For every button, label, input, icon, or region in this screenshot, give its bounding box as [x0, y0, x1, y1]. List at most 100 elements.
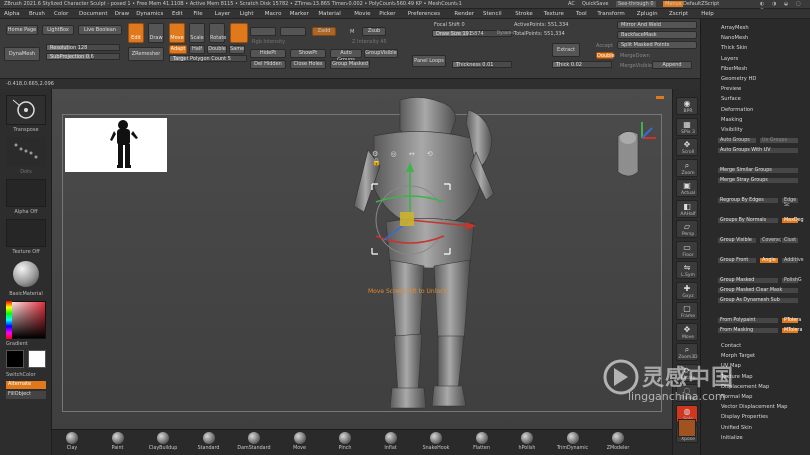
accept-button[interactable]: Accept [596, 43, 613, 49]
tool-gxyz[interactable]: ✚ Gxyz [676, 281, 698, 300]
uv-groups-button[interactable]: Uv Groups [759, 137, 799, 144]
navigation-thumbnail[interactable] [65, 118, 167, 172]
brush-pinch[interactable]: Pinch [322, 432, 368, 451]
palette-unified-skin[interactable]: Unified Skin [721, 425, 752, 431]
subprojection-slider[interactable]: SubProjection 0.6 [46, 53, 120, 60]
menu-tool[interactable]: Tool [576, 11, 587, 17]
menu-dynamics[interactable]: Dynamics [136, 11, 163, 17]
adapt-button[interactable]: Adapt [169, 45, 187, 54]
palette-initialize[interactable]: Initialize [721, 435, 743, 441]
palette-nanomesh[interactable]: NanoMesh [721, 35, 748, 41]
brush-flatten[interactable]: Flatten [459, 432, 505, 451]
polish-groups-toggle[interactable]: PolishG [781, 277, 802, 284]
group-visible-palette-button[interactable]: Group Visible [717, 237, 757, 244]
palette-surface[interactable]: Surface [721, 96, 741, 102]
tool-spix-3[interactable]: ▦ SPix 3 [676, 117, 698, 136]
target-polygons-slider[interactable]: Target Polygon Count 5 [169, 55, 247, 62]
tool-actual[interactable]: ▣ Actual [676, 179, 698, 197]
merge-visible-button[interactable]: MergeVisible [620, 63, 652, 69]
menu-file[interactable]: File [193, 11, 202, 17]
ac-label[interactable]: AC [568, 1, 575, 7]
palette-fibermesh[interactable]: FiberMesh [721, 66, 747, 72]
zadd-button[interactable]: Zadd [312, 27, 336, 36]
menu-zplugin[interactable]: Zplugin [637, 11, 658, 17]
menu-stencil[interactable]: Stencil [483, 11, 502, 17]
alternate-button[interactable]: Alternate [6, 381, 46, 389]
backface-mask-button[interactable]: BackfaceMask [617, 31, 697, 39]
auto-groups-uv-button[interactable]: Auto Groups With UV [717, 147, 799, 154]
home-page-button[interactable]: Home Page [6, 25, 38, 35]
focal-shift-label[interactable]: Focal Shift 0 [434, 22, 465, 28]
secondary-color-swatch[interactable] [28, 350, 46, 368]
brush-standard[interactable]: Standard [186, 432, 232, 451]
merge-similar-button[interactable]: Merge Similar Groups [717, 167, 799, 174]
menu-marker[interactable]: Marker [290, 11, 309, 17]
texture-tile[interactable] [6, 219, 46, 247]
auto-groups-button[interactable]: Auto Groups [717, 137, 757, 144]
sphere-brush-icon[interactable] [230, 23, 248, 43]
menu-material[interactable]: Material [318, 11, 340, 17]
palette-geometry-hd[interactable]: Geometry HD [721, 76, 756, 82]
menu-color[interactable]: Color [54, 11, 68, 17]
del-hidden-button[interactable]: Del Hidden [250, 60, 286, 69]
alpha-tile[interactable] [6, 179, 46, 207]
double-toggle[interactable]: Double [596, 52, 615, 59]
orientation-cube[interactable] [612, 118, 662, 190]
tool-persp[interactable]: ▱ Persp [676, 220, 698, 238]
close-holes-button[interactable]: Close Holes [290, 60, 326, 69]
split-masked-button[interactable]: Split Masked Points [617, 41, 697, 49]
tool-floor[interactable]: ▭ Floor [676, 240, 698, 259]
menu-alpha[interactable]: Alpha [4, 11, 20, 17]
double-button[interactable]: Double [207, 45, 227, 54]
menu-zscript[interactable]: Zscript [669, 11, 688, 17]
brush-snakehook[interactable]: SnakeHook [413, 432, 459, 451]
dots-stroke-tile[interactable] [6, 137, 46, 167]
group-dynamesh-button[interactable]: Group As Dynamesh Sub [717, 297, 799, 304]
menu-texture[interactable]: Texture [544, 11, 564, 17]
from-masking-button[interactable]: From Masking [717, 327, 779, 334]
move-button[interactable]: Move [169, 23, 185, 43]
additive-toggle[interactable]: Additive [781, 257, 804, 264]
menu-macro[interactable]: Macro [265, 11, 282, 17]
brush-damstandard[interactable]: DamStandard [231, 432, 277, 451]
ptolerance-slider[interactable]: PTolera [781, 317, 801, 324]
resolution-slider[interactable]: Resolution 128 [46, 44, 120, 51]
brush-hpolish[interactable]: hPolish [504, 432, 550, 451]
zremesher-button[interactable]: ZRemesher [128, 47, 164, 61]
edge-score-slider[interactable]: Edge Sc [781, 197, 799, 208]
quicksave-button[interactable]: QuickSave [582, 1, 608, 7]
thickness-slider[interactable]: Thickness 0.01 [452, 61, 512, 68]
texture-switch-icon[interactable] [678, 419, 696, 437]
edit-button[interactable]: Edit [128, 23, 144, 43]
group-masked-button[interactable]: Group Masked [330, 60, 370, 69]
mirror-weld-button[interactable]: Mirror And Weld [617, 21, 697, 29]
tool-aahalf[interactable]: ◧ AAHalf [676, 199, 698, 218]
thick-slider[interactable]: Thick 0.02 [552, 61, 612, 68]
coverage-slider[interactable]: Coverage [759, 237, 785, 244]
brush-move[interactable]: Move [277, 432, 323, 451]
regroup-edges-button[interactable]: Regroup By Edges [717, 197, 779, 204]
transpose-gizmo[interactable] [366, 150, 486, 270]
hidept-button[interactable]: HidePt [250, 49, 286, 58]
scale-button[interactable]: Scale [189, 23, 205, 43]
menu-render[interactable]: Render [454, 11, 474, 17]
palette-visibility[interactable]: Visibility [721, 127, 743, 133]
main-color-swatch[interactable] [6, 350, 24, 368]
brush-inflat[interactable]: Inflat [368, 432, 414, 451]
append-button[interactable]: Append [652, 61, 692, 69]
menu-stroke[interactable]: Stroke [515, 11, 533, 17]
menu-help[interactable]: Help [701, 11, 714, 17]
menu-light[interactable]: Light [240, 11, 254, 17]
angle-slider[interactable]: Angle [759, 257, 779, 264]
clust-slider[interactable]: Clust [781, 237, 799, 244]
menu-picker[interactable]: Picker [379, 11, 395, 17]
max-deg-slider[interactable]: MaxDeg [781, 217, 804, 224]
merge-stray-button[interactable]: Merge Stray Groups [717, 177, 799, 184]
rgb-button[interactable] [280, 27, 306, 36]
merge-down-button[interactable]: MergeDown [620, 53, 650, 59]
from-polypaint-button[interactable]: From Polypaint [717, 317, 779, 324]
menu-document[interactable]: Document [79, 11, 108, 17]
menu-preferences[interactable]: Preferences [408, 11, 440, 17]
mrgb-button[interactable] [250, 27, 276, 36]
menu-movie[interactable]: Movie [354, 11, 370, 17]
